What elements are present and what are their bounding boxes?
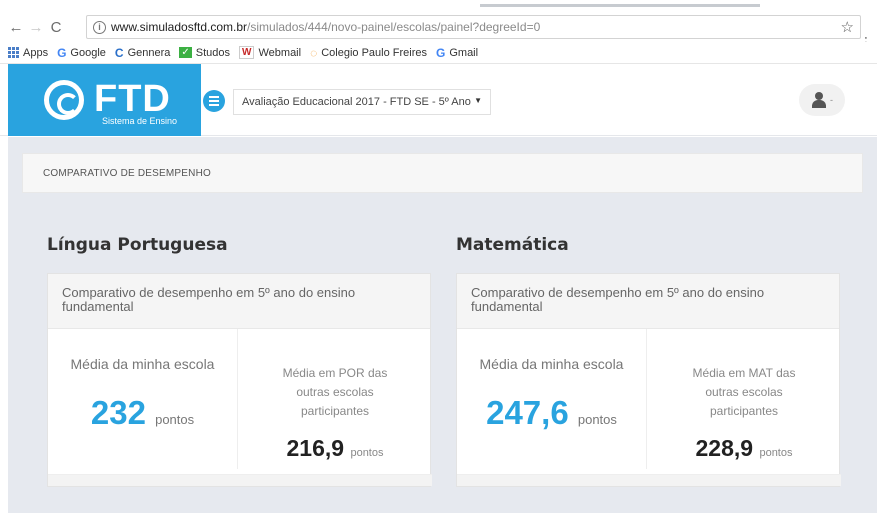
apps-grid-icon xyxy=(8,47,19,58)
main-content: COMPARATIVO DE DESEMPENHO Língua Portugu… xyxy=(8,137,877,513)
bookmark-gennera[interactable]: C Gennera xyxy=(115,46,170,60)
info-icon[interactable]: i xyxy=(93,20,106,34)
card-footer xyxy=(48,474,432,486)
bookmark-label: Webmail xyxy=(258,46,302,59)
forward-icon[interactable]: → xyxy=(26,17,46,37)
bookmark-gmail[interactable]: G Gmail xyxy=(436,46,478,60)
exam-select-value: Avaliação Educacional 2017 - FTD SE - 5º… xyxy=(242,96,471,108)
bookmark-star-icon[interactable]: ☆ xyxy=(841,18,854,36)
hamburger-menu-icon[interactable] xyxy=(203,90,225,112)
my-school-score: 232 pontos xyxy=(48,394,237,432)
others-label: Média em MAT das outras escolas particip… xyxy=(692,366,796,418)
card-heading: Comparativo de desempenho em 5º ano do e… xyxy=(457,274,839,329)
others-column: Média em POR das outras escolas particip… xyxy=(238,329,432,469)
others-value: 216,9 xyxy=(286,435,345,461)
bookmark-label: Studos xyxy=(195,46,231,59)
subject-title-math: Matemática xyxy=(456,235,569,255)
my-school-column: Média da minha escola 232 pontos xyxy=(48,329,238,469)
bookmark-studos[interactable]: ✓ Studos xyxy=(179,47,230,59)
math-card: Comparativo de desempenho em 5º ano do e… xyxy=(456,273,841,487)
bookmark-apps[interactable]: Apps xyxy=(8,47,48,59)
others-score: 228,9 pontos xyxy=(647,435,841,462)
score-unit: pontos xyxy=(759,447,793,459)
browser-toolbar: ← → C i www.simuladosftd.com.br/simulado… xyxy=(0,12,877,50)
card-heading: Comparativo de desempenho em 5º ano do e… xyxy=(48,274,430,329)
tab-strip-edge xyxy=(480,4,760,7)
url-host: www.simuladosftd.com.br xyxy=(111,20,248,34)
google-icon: G xyxy=(436,45,446,60)
others-value: 228,9 xyxy=(695,435,754,461)
app-header: FTD Sistema de Ensino Avaliação Educacio… xyxy=(0,64,877,136)
score-unit: pontos xyxy=(155,412,195,427)
logo-subtitle: Sistema de Ensino xyxy=(102,116,178,126)
score-unit: pontos xyxy=(350,447,384,459)
bookmark-label: Gmail xyxy=(449,46,479,59)
ftd-logo-mark-icon xyxy=(44,80,84,120)
exam-select[interactable]: Avaliação Educacional 2017 - FTD SE - 5º… xyxy=(233,89,491,115)
ftd-logo[interactable]: FTD Sistema de Ensino xyxy=(8,64,201,136)
bookmarks-bar: Apps G Google C Gennera ✓ Studos W Webma… xyxy=(0,42,877,64)
bookmark-webmail[interactable]: W Webmail xyxy=(239,46,301,59)
address-bar[interactable]: i www.simuladosftd.com.br/simulados/444/… xyxy=(86,15,861,39)
bookmark-google[interactable]: G Google xyxy=(57,46,106,60)
browser-tab-strip xyxy=(0,0,877,12)
my-school-column: Média da minha escola 247,6 pontos xyxy=(457,329,647,469)
bookmark-label: Colegio Paulo Freires xyxy=(321,46,427,59)
gennera-icon: C xyxy=(114,45,124,60)
bookmark-label: Apps xyxy=(23,46,49,59)
reload-icon[interactable]: C xyxy=(46,17,66,37)
others-column: Média em MAT das outras escolas particip… xyxy=(647,329,841,469)
chevron-down-icon: - xyxy=(830,95,833,105)
user-icon xyxy=(811,92,827,108)
studos-check-icon: ✓ xyxy=(179,47,192,58)
caret-down-icon: ▼ xyxy=(474,96,482,105)
card-footer xyxy=(457,474,841,486)
portuguese-card: Comparativo de desempenho em 5º ano do e… xyxy=(47,273,432,487)
url-path: /simulados/444/novo-painel/escolas/paine… xyxy=(247,20,541,34)
section-title-bar: COMPARATIVO DE DESEMPENHO xyxy=(22,153,863,193)
bookmark-colegio[interactable]: ◌ Colegio Paulo Freires xyxy=(310,46,427,60)
others-score: 216,9 pontos xyxy=(238,435,432,462)
back-icon[interactable]: ← xyxy=(6,17,26,37)
user-menu-button[interactable]: - xyxy=(799,84,845,116)
webmail-icon: W xyxy=(239,46,255,59)
my-school-label: Média da minha escola xyxy=(479,356,624,372)
subject-title-portuguese: Língua Portuguesa xyxy=(47,235,228,255)
google-icon: G xyxy=(57,45,67,60)
logo-text: FTD xyxy=(94,78,171,120)
score-unit: pontos xyxy=(577,412,617,427)
my-school-label: Média da minha escola xyxy=(70,356,215,372)
bookmark-label: Gennera xyxy=(127,46,171,59)
my-school-value: 247,6 xyxy=(486,394,569,431)
others-label: Média em POR das outras escolas particip… xyxy=(282,366,388,418)
my-school-score: 247,6 pontos xyxy=(457,394,646,432)
comparison-panel: Língua Portuguesa Comparativo de desempe… xyxy=(22,193,863,513)
section-title: COMPARATIVO DE DESEMPENHO xyxy=(43,167,211,179)
my-school-value: 232 xyxy=(90,394,146,431)
colegio-icon: ◌ xyxy=(310,45,318,60)
bookmark-label: Google xyxy=(70,46,106,59)
